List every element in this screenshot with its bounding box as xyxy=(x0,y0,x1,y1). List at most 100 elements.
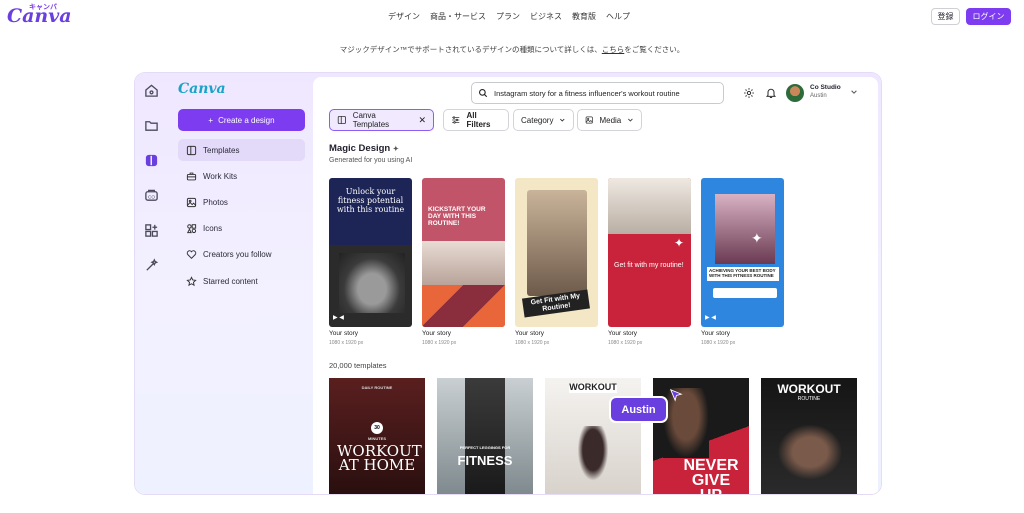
heart-icon xyxy=(186,249,197,259)
nav-design[interactable]: デザイン xyxy=(388,11,420,22)
card-photo xyxy=(715,194,775,264)
avatar[interactable] xyxy=(786,84,804,102)
category-dropdown[interactable]: Category xyxy=(513,109,574,131)
chevron-down-icon xyxy=(628,118,633,122)
info-notice: マジックデザイン™でサポートされているデザインの種類について詳しくは、こちらをご… xyxy=(0,44,1024,55)
account-name[interactable]: Co Studio xyxy=(810,84,841,91)
gear-icon[interactable] xyxy=(743,87,755,99)
sidebar-item-creators[interactable]: Creators you follow xyxy=(178,243,305,265)
canva-logo-kana: キャンバ xyxy=(29,4,57,11)
template-main-text: WORKOUT xyxy=(777,382,841,396)
card-dims: 1080 x 1920 px xyxy=(329,340,364,346)
search-value: Instagram story for a fitness influencer… xyxy=(494,88,680,98)
template-main-text: WORKOUT AT HOME xyxy=(337,442,422,475)
template-photo xyxy=(575,426,611,486)
star-icon xyxy=(186,275,197,286)
photo-icon xyxy=(585,116,593,124)
chevron-down-icon xyxy=(560,118,565,122)
card-photo xyxy=(422,241,505,285)
close-icon[interactable]: ✕ xyxy=(418,115,426,126)
filter-chip-canva-templates[interactable]: Canva Templates ✕ xyxy=(329,109,434,131)
card-dims: 1080 x 1920 px xyxy=(422,340,457,346)
magic-design-subtitle: Generated for you using AI xyxy=(329,157,413,164)
story-card[interactable]: Unlock your fitness potential with this … xyxy=(329,178,412,327)
register-button[interactable]: 登録 xyxy=(931,8,960,25)
nav-education[interactable]: 教育版 xyxy=(572,11,596,22)
main-nav: デザイン 商品・サービス プラン ビジネス 教育版 ヘルプ xyxy=(388,11,630,22)
sidebar-item-label: Photos xyxy=(203,197,228,207)
story-card[interactable]: Get fit with my routine! ✦ xyxy=(608,178,691,327)
sidebar-item-icons[interactable]: Icons xyxy=(178,217,305,239)
template-card[interactable]: DAILY ROUTINE 30 MINUTES WORKOUT AT HOME xyxy=(329,378,425,494)
search-input[interactable]: Instagram story for a fitness influencer… xyxy=(471,82,724,104)
home-icon[interactable] xyxy=(144,83,159,98)
template-card[interactable]: PERFECT LEGGINGS FOR FITNESS xyxy=(437,378,533,494)
collaborator-cursor-label: Austin xyxy=(611,398,666,421)
shapes-icon xyxy=(186,223,197,233)
story-card[interactable]: KICKSTART YOUR DAY WITH THIS ROUTINE! xyxy=(422,178,505,327)
chevron-down-icon[interactable] xyxy=(850,88,858,96)
top-bar: Canva キャンバ デザイン 商品・サービス プラン ビジネス 教育版 ヘルプ… xyxy=(0,0,1024,34)
template-card[interactable]: NEVER GIVE UP xyxy=(653,378,749,494)
login-button[interactable]: ログイン xyxy=(966,8,1011,25)
card-dims: 1080 x 1920 px xyxy=(515,340,550,346)
story-card[interactable]: ✦ ACHIEVING YOUR BEST BODY WITH THIS FIT… xyxy=(701,178,784,327)
template-card[interactable]: WORKOUT xyxy=(545,378,641,494)
sidebar-logo[interactable]: Canva xyxy=(178,81,226,97)
story-card[interactable]: Get Fit with My Routine! xyxy=(515,178,598,327)
notice-link[interactable]: こちら xyxy=(602,45,625,54)
apps-icon[interactable] xyxy=(144,223,159,238)
folder-icon[interactable] xyxy=(144,118,159,133)
sidebar: Canva + Create a design Templates Work K… xyxy=(168,73,311,494)
create-design-button[interactable]: + Create a design xyxy=(178,109,305,131)
photo-icon xyxy=(186,197,197,207)
sidebar-item-templates[interactable]: Templates xyxy=(178,139,305,161)
template-main-text: NEVER GIVE UP xyxy=(683,457,739,494)
template-photo xyxy=(775,422,845,482)
nav-business[interactable]: ビジネス xyxy=(530,11,562,22)
card-label: Your story xyxy=(329,330,359,337)
sidebar-item-starred[interactable]: Starred content xyxy=(178,270,305,292)
template-card[interactable]: WORKOUT ROUTINE xyxy=(761,378,857,494)
card-dims: 1080 x 1920 px xyxy=(701,340,736,346)
card-label: Your story xyxy=(422,330,452,337)
media-dropdown[interactable]: Media xyxy=(577,109,642,131)
nav-help[interactable]: ヘルプ xyxy=(606,11,630,22)
all-filters-label: All Filters xyxy=(466,111,491,129)
sidebar-item-work-kits[interactable]: Work Kits xyxy=(178,165,305,187)
card-dims: 1080 x 1920 px xyxy=(608,340,643,346)
nav-plans[interactable]: プラン xyxy=(496,11,520,22)
card-comment xyxy=(713,288,777,298)
filter-chip-label: Canva Templates xyxy=(352,111,390,129)
icon-rail: CO xyxy=(135,73,168,494)
plus-icon: + xyxy=(208,115,214,125)
template-main-text: WORKOUT xyxy=(569,382,617,393)
template-icon xyxy=(186,145,197,155)
all-filters-button[interactable]: All Filters xyxy=(443,109,509,131)
brand-icon[interactable]: CO xyxy=(144,188,159,203)
card-text: KICKSTART YOUR DAY WITH THIS ROUTINE! xyxy=(428,206,486,228)
template-main-text: FITNESS xyxy=(457,453,513,468)
card-label: Your story xyxy=(701,330,731,337)
media-label: Media xyxy=(599,115,622,125)
notice-text: マジックデザイン™でサポートされているデザインの種類について詳しくは、 xyxy=(339,45,602,54)
sidebar-item-photos[interactable]: Photos xyxy=(178,191,305,213)
card-label: Your story xyxy=(608,330,638,337)
template-badge: 30 xyxy=(371,422,383,434)
app-preview: CO Canva + Create a design Templates Wor… xyxy=(135,73,881,494)
nav-products[interactable]: 商品・サービス xyxy=(430,11,486,22)
sidebar-item-label: Starred content xyxy=(203,276,258,286)
magic-icon[interactable] xyxy=(144,258,159,273)
templates-rail-icon[interactable] xyxy=(144,153,159,168)
template-sub-text: ROUTINE xyxy=(797,396,821,402)
sparkle-icon: ✦ xyxy=(751,230,763,246)
main-panel: Instagram story for a fitness influencer… xyxy=(313,77,878,494)
sliders-icon xyxy=(452,116,460,124)
template-top-text: PERFECT LEGGINGS FOR xyxy=(459,445,511,450)
svg-text:CO: CO xyxy=(148,194,155,199)
template-top-text: DAILY ROUTINE xyxy=(361,385,393,390)
play-icon: ▶ ◀ xyxy=(705,315,716,321)
bell-icon[interactable] xyxy=(765,87,777,99)
card-text: Get fit with my routine! xyxy=(614,262,684,269)
template-count: 20,000 templates xyxy=(329,361,387,370)
